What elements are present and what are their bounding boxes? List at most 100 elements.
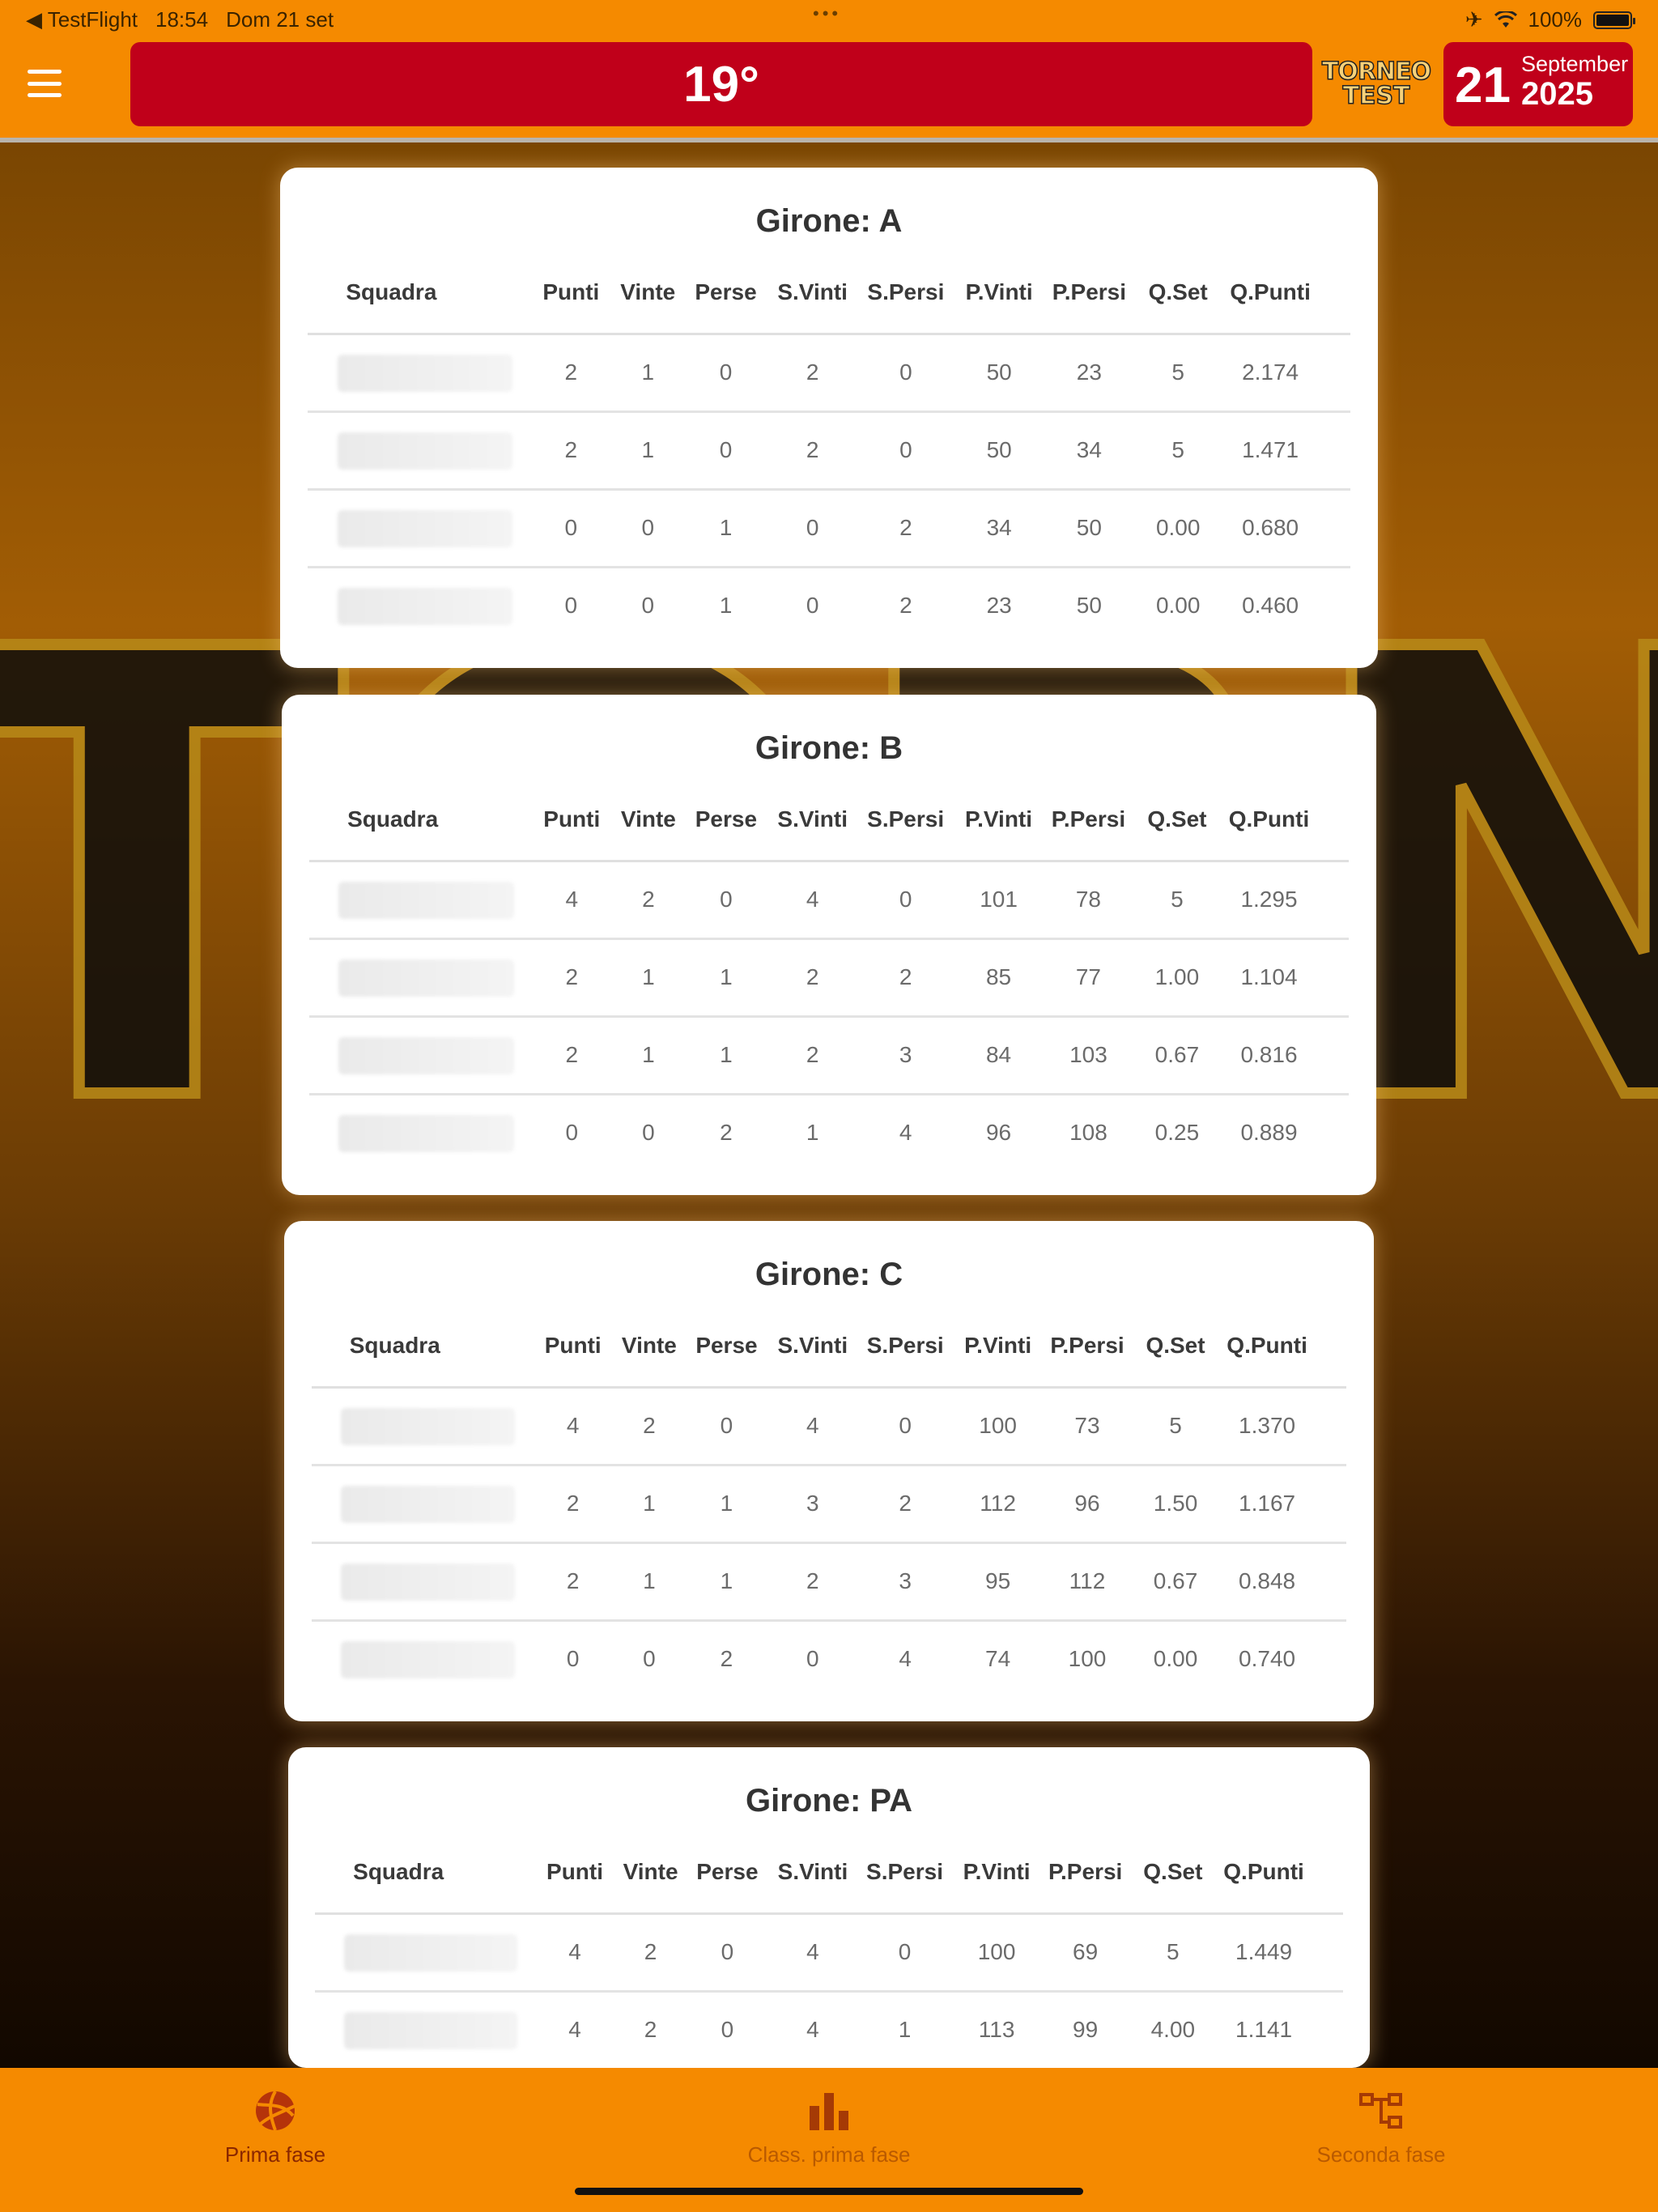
date-day: 21 (1455, 57, 1511, 113)
cell-p-persi: 99 (1073, 2017, 1099, 2042)
team-name-redacted (338, 1037, 514, 1074)
back-to-app-link[interactable]: ◀ TestFlight (26, 7, 138, 32)
date-month: September (1521, 52, 1629, 76)
table-row[interactable]: 0 0 1 0 2 23 50 0.00 0.460 (280, 568, 1378, 646)
cell-perse: 1 (719, 515, 733, 540)
table-row[interactable]: 2 1 0 2 0 50 34 5 1.471 (280, 413, 1378, 491)
column-header[interactable]: S.Vinti (764, 1333, 861, 1359)
table-row[interactable]: 2 1 1 2 3 95 112 0.67 0.848 (284, 1544, 1374, 1622)
column-header[interactable]: Perse (678, 279, 775, 305)
column-header[interactable]: P.Vinti (950, 806, 1048, 832)
airplane-mode-icon: ✈ (1465, 7, 1483, 32)
group-card: Girone: C Squadra Punti Vinte Perse S.Vinti S.… (284, 1221, 1374, 1721)
table-row[interactable]: 4 2 0 4 0 100 69 5 1.449 (288, 1915, 1370, 1993)
date-year: 2025 (1521, 76, 1593, 112)
multitasking-dots-icon[interactable]: ••• (813, 3, 841, 24)
table-row[interactable]: 2 1 0 2 0 50 23 5 2.174 (280, 335, 1378, 413)
cell-s-vinti: 3 (806, 1491, 819, 1516)
column-header[interactable]: P.Persi (1037, 1859, 1134, 1885)
team-name-redacted (337, 355, 513, 392)
column-header[interactable]: P.Vinti (948, 1859, 1045, 1885)
table-row[interactable]: 2 1 1 3 2 112 96 1.50 1.167 (284, 1466, 1374, 1544)
status-date: Dom 21 set (226, 7, 334, 32)
cell-p-persi: 100 (1068, 1646, 1107, 1671)
column-header[interactable]: Squadra (347, 806, 438, 832)
cell-perse: 1 (719, 593, 733, 618)
column-header[interactable]: S.Persi (857, 279, 954, 305)
column-header[interactable]: Perse (678, 806, 775, 832)
column-header[interactable]: Q.Punti (1215, 1859, 1312, 1885)
table-row[interactable]: 4 2 0 4 0 100 73 5 1.370 (284, 1389, 1374, 1466)
cell-s-persi: 2 (899, 515, 912, 540)
column-header[interactable]: S.Vinti (764, 1859, 861, 1885)
tab-seconda-fase[interactable]: Seconda fase (1252, 2086, 1511, 2167)
column-header[interactable]: S.Vinti (764, 279, 861, 305)
column-header[interactable]: Squadra (346, 279, 436, 305)
cell-perse: 0 (721, 2017, 734, 2042)
column-header[interactable]: S.Persi (857, 806, 954, 832)
table-row[interactable]: 0 0 1 0 2 34 50 0.00 0.680 (280, 491, 1378, 568)
column-header[interactable]: Q.Set (1127, 1333, 1224, 1359)
team-name-redacted (340, 1408, 516, 1445)
cell-p-vinti: 84 (985, 1042, 1012, 1067)
column-header[interactable]: Squadra (353, 1859, 444, 1885)
cell-s-persi: 0 (899, 437, 912, 462)
cell-perse: 0 (720, 1413, 733, 1438)
column-header[interactable]: Q.Punti (1222, 279, 1319, 305)
cell-q-set: 1.50 (1153, 1491, 1198, 1516)
cell-q-punti: 0.460 (1242, 593, 1299, 618)
column-header[interactable]: P.Vinti (950, 1333, 1047, 1359)
table-row[interactable]: 4 2 0 4 1 113 99 4.00 1.141 (288, 1993, 1370, 2068)
table-row[interactable]: 2 1 1 2 3 84 103 0.67 0.816 (282, 1018, 1376, 1095)
column-header[interactable]: Perse (678, 1333, 775, 1359)
cell-p-vinti: 34 (986, 515, 1012, 540)
cell-perse: 2 (720, 1120, 733, 1145)
column-header[interactable]: P.Vinti (950, 279, 1048, 305)
column-header[interactable]: Q.Punti (1221, 806, 1318, 832)
column-header[interactable]: P.Persi (1039, 1333, 1136, 1359)
cell-s-vinti: 2 (806, 1042, 819, 1067)
cell-q-set: 0.00 (1155, 593, 1201, 618)
table-row[interactable]: 2 1 1 2 2 85 77 1.00 1.104 (282, 940, 1376, 1018)
cell-s-vinti: 0 (806, 515, 819, 540)
tab-label: Prima fase (224, 2142, 326, 2167)
column-header[interactable]: Perse (678, 1859, 776, 1885)
cell-p-vinti: 23 (986, 593, 1012, 618)
group-title: Girone: PA (746, 1783, 912, 1819)
tab-prima-fase[interactable]: Prima fase (146, 2086, 405, 2167)
column-header[interactable]: P.Persi (1039, 806, 1137, 832)
column-header[interactable]: Q.Set (1129, 806, 1226, 832)
cell-p-vinti: 112 (980, 1491, 1016, 1516)
column-header[interactable]: S.Persi (857, 1333, 954, 1359)
cell-s-persi: 1 (898, 2017, 912, 2042)
column-header[interactable]: Squadra (350, 1333, 440, 1359)
cell-s-persi: 0 (899, 1413, 912, 1438)
team-name-redacted (340, 1563, 516, 1601)
column-header[interactable]: Q.Punti (1218, 1333, 1316, 1359)
cell-p-persi: 69 (1073, 1939, 1099, 1964)
team-name-redacted (338, 1115, 514, 1152)
cell-s-vinti: 2 (806, 359, 819, 385)
cell-p-vinti: 74 (985, 1646, 1011, 1671)
tab-label: Class. prima fase (747, 2142, 911, 2167)
cell-p-persi: 78 (1075, 887, 1101, 912)
column-header[interactable]: S.Persi (857, 1859, 954, 1885)
cell-perse: 0 (721, 1939, 734, 1964)
table-row[interactable]: 0 0 2 1 4 96 108 0.25 0.889 (282, 1095, 1376, 1173)
table-row[interactable]: 4 2 0 4 0 101 78 5 1.295 (282, 862, 1376, 940)
tab-label: Seconda fase (1316, 2142, 1446, 2167)
cell-q-punti: 1.295 (1240, 887, 1298, 912)
bar-chart-icon (810, 2093, 848, 2130)
hamburger-menu-icon[interactable] (28, 70, 62, 97)
cell-s-vinti: 1 (806, 1120, 819, 1145)
column-header[interactable]: S.Vinti (764, 806, 861, 832)
table-row[interactable]: 0 0 2 0 4 74 100 0.00 0.740 (284, 1622, 1374, 1699)
bracket-icon (1359, 2093, 1402, 2129)
column-header[interactable]: Q.Set (1124, 1859, 1222, 1885)
cell-p-vinti: 101 (980, 887, 1018, 912)
column-header[interactable]: P.Persi (1040, 279, 1137, 305)
home-indicator[interactable] (575, 2188, 1083, 2195)
tab-class-prima-fase[interactable]: Class. prima fase (699, 2086, 959, 2167)
cell-q-set: 5 (1167, 1939, 1180, 1964)
column-header[interactable]: Q.Set (1129, 279, 1226, 305)
